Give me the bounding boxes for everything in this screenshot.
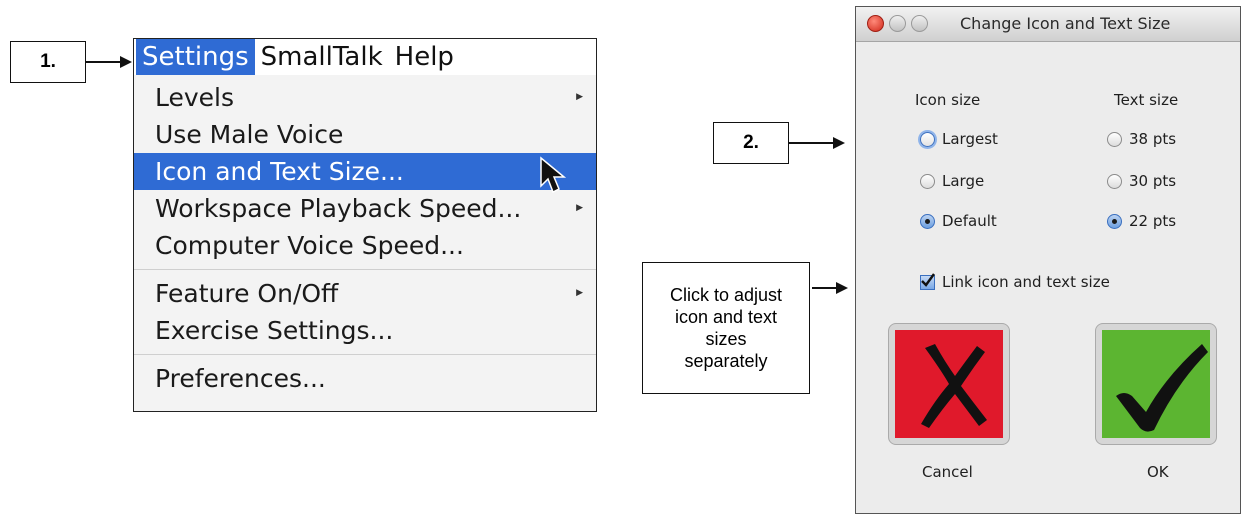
note-arrow-icon xyxy=(812,282,848,294)
step-2-arrow-icon xyxy=(789,137,845,149)
menu-item-label: Levels xyxy=(155,83,235,112)
menu-item-label: Icon and Text Size... xyxy=(155,157,404,186)
note-callout: Click to adjust icon and text sizes sepa… xyxy=(642,262,810,394)
ok-button-face xyxy=(1102,330,1210,438)
menu-item-label: Preferences... xyxy=(155,364,326,393)
radio-text-30[interactable] xyxy=(1107,174,1122,189)
step-2-callout: 2. xyxy=(713,122,789,164)
dialog-titlebar[interactable]: Change Icon and Text Size xyxy=(856,7,1240,42)
change-size-dialog: Change Icon and Text Size Icon size Text… xyxy=(855,6,1241,514)
radio-label-large: Large xyxy=(942,172,985,190)
menubar-settings[interactable]: Settings xyxy=(136,39,255,75)
submenu-arrow-icon: ▶ xyxy=(576,203,583,213)
menu-item-label: Workspace Playback Speed... xyxy=(155,194,522,223)
dialog-title: Change Icon and Text Size xyxy=(960,14,1171,33)
x-mark-icon xyxy=(921,344,987,428)
submenu-arrow-icon: ▶ xyxy=(576,288,583,298)
menu-item-preferences[interactable]: Preferences... xyxy=(134,360,596,397)
ok-label: OK xyxy=(1147,463,1169,481)
radio-icon-largest[interactable] xyxy=(920,132,935,147)
menu-item-icon-and-text-size[interactable]: Icon and Text Size... xyxy=(134,153,596,194)
note-text: Click to adjust icon and text sizes sepa… xyxy=(669,285,783,371)
icon-size-heading: Icon size xyxy=(915,91,981,109)
minimize-window-icon[interactable] xyxy=(889,15,906,32)
menu-item-label: Feature On/Off xyxy=(155,279,339,308)
link-sizes-checkbox[interactable] xyxy=(920,273,935,290)
menu-separator xyxy=(134,354,596,355)
menu-item-exercise-settings[interactable]: Exercise Settings... xyxy=(134,312,596,349)
cancel-button[interactable] xyxy=(888,323,1010,445)
checkmark-icon xyxy=(1116,344,1208,432)
step-1-label: 1. xyxy=(40,51,56,72)
zoom-window-icon[interactable] xyxy=(911,15,928,32)
step-2-label: 2. xyxy=(743,132,759,153)
radio-label-largest: Largest xyxy=(942,130,998,148)
step-1-callout: 1. xyxy=(10,41,86,83)
menu-item-label: Exercise Settings... xyxy=(155,316,394,345)
close-window-icon[interactable] xyxy=(867,15,884,32)
text-size-heading: Text size xyxy=(1114,91,1179,109)
radio-label-default: Default xyxy=(942,212,997,230)
menu-bar: Settings SmallTalk Help xyxy=(134,39,596,75)
menu-item-levels[interactable]: Levels ▶ xyxy=(134,79,596,116)
menu-separator xyxy=(134,269,596,270)
menu-item-use-male-voice[interactable]: Use Male Voice xyxy=(134,116,596,153)
menubar-smalltalk[interactable]: SmallTalk xyxy=(255,39,389,75)
menubar-help[interactable]: Help xyxy=(389,39,460,75)
radio-label-38: 38 pts xyxy=(1129,130,1177,148)
menu-item-computer-voice-speed[interactable]: Computer Voice Speed... xyxy=(134,227,596,264)
menu-item-feature-on-off[interactable]: Feature On/Off ▶ xyxy=(134,275,596,312)
cancel-label: Cancel xyxy=(922,463,973,481)
step-1-arrow-icon xyxy=(86,56,132,68)
radio-icon-default[interactable] xyxy=(920,214,935,229)
radio-text-38[interactable] xyxy=(1107,132,1122,147)
menu-item-workspace-playback-speed[interactable]: Workspace Playback Speed... ▶ xyxy=(134,190,596,227)
settings-menu: Settings SmallTalk Help Levels ▶ Use Mal… xyxy=(133,38,597,412)
ok-button[interactable] xyxy=(1095,323,1217,445)
radio-icon-large[interactable] xyxy=(920,174,935,189)
link-sizes-label: Link icon and text size xyxy=(942,273,1110,291)
radio-label-22: 22 pts xyxy=(1129,212,1177,230)
cancel-button-face xyxy=(895,330,1003,438)
submenu-arrow-icon: ▶ xyxy=(576,92,583,102)
menu-item-label: Computer Voice Speed... xyxy=(155,231,464,260)
menu-item-label: Use Male Voice xyxy=(155,120,344,149)
radio-label-30: 30 pts xyxy=(1129,172,1177,190)
radio-text-22[interactable] xyxy=(1107,214,1122,229)
checkmark-icon xyxy=(921,273,935,287)
